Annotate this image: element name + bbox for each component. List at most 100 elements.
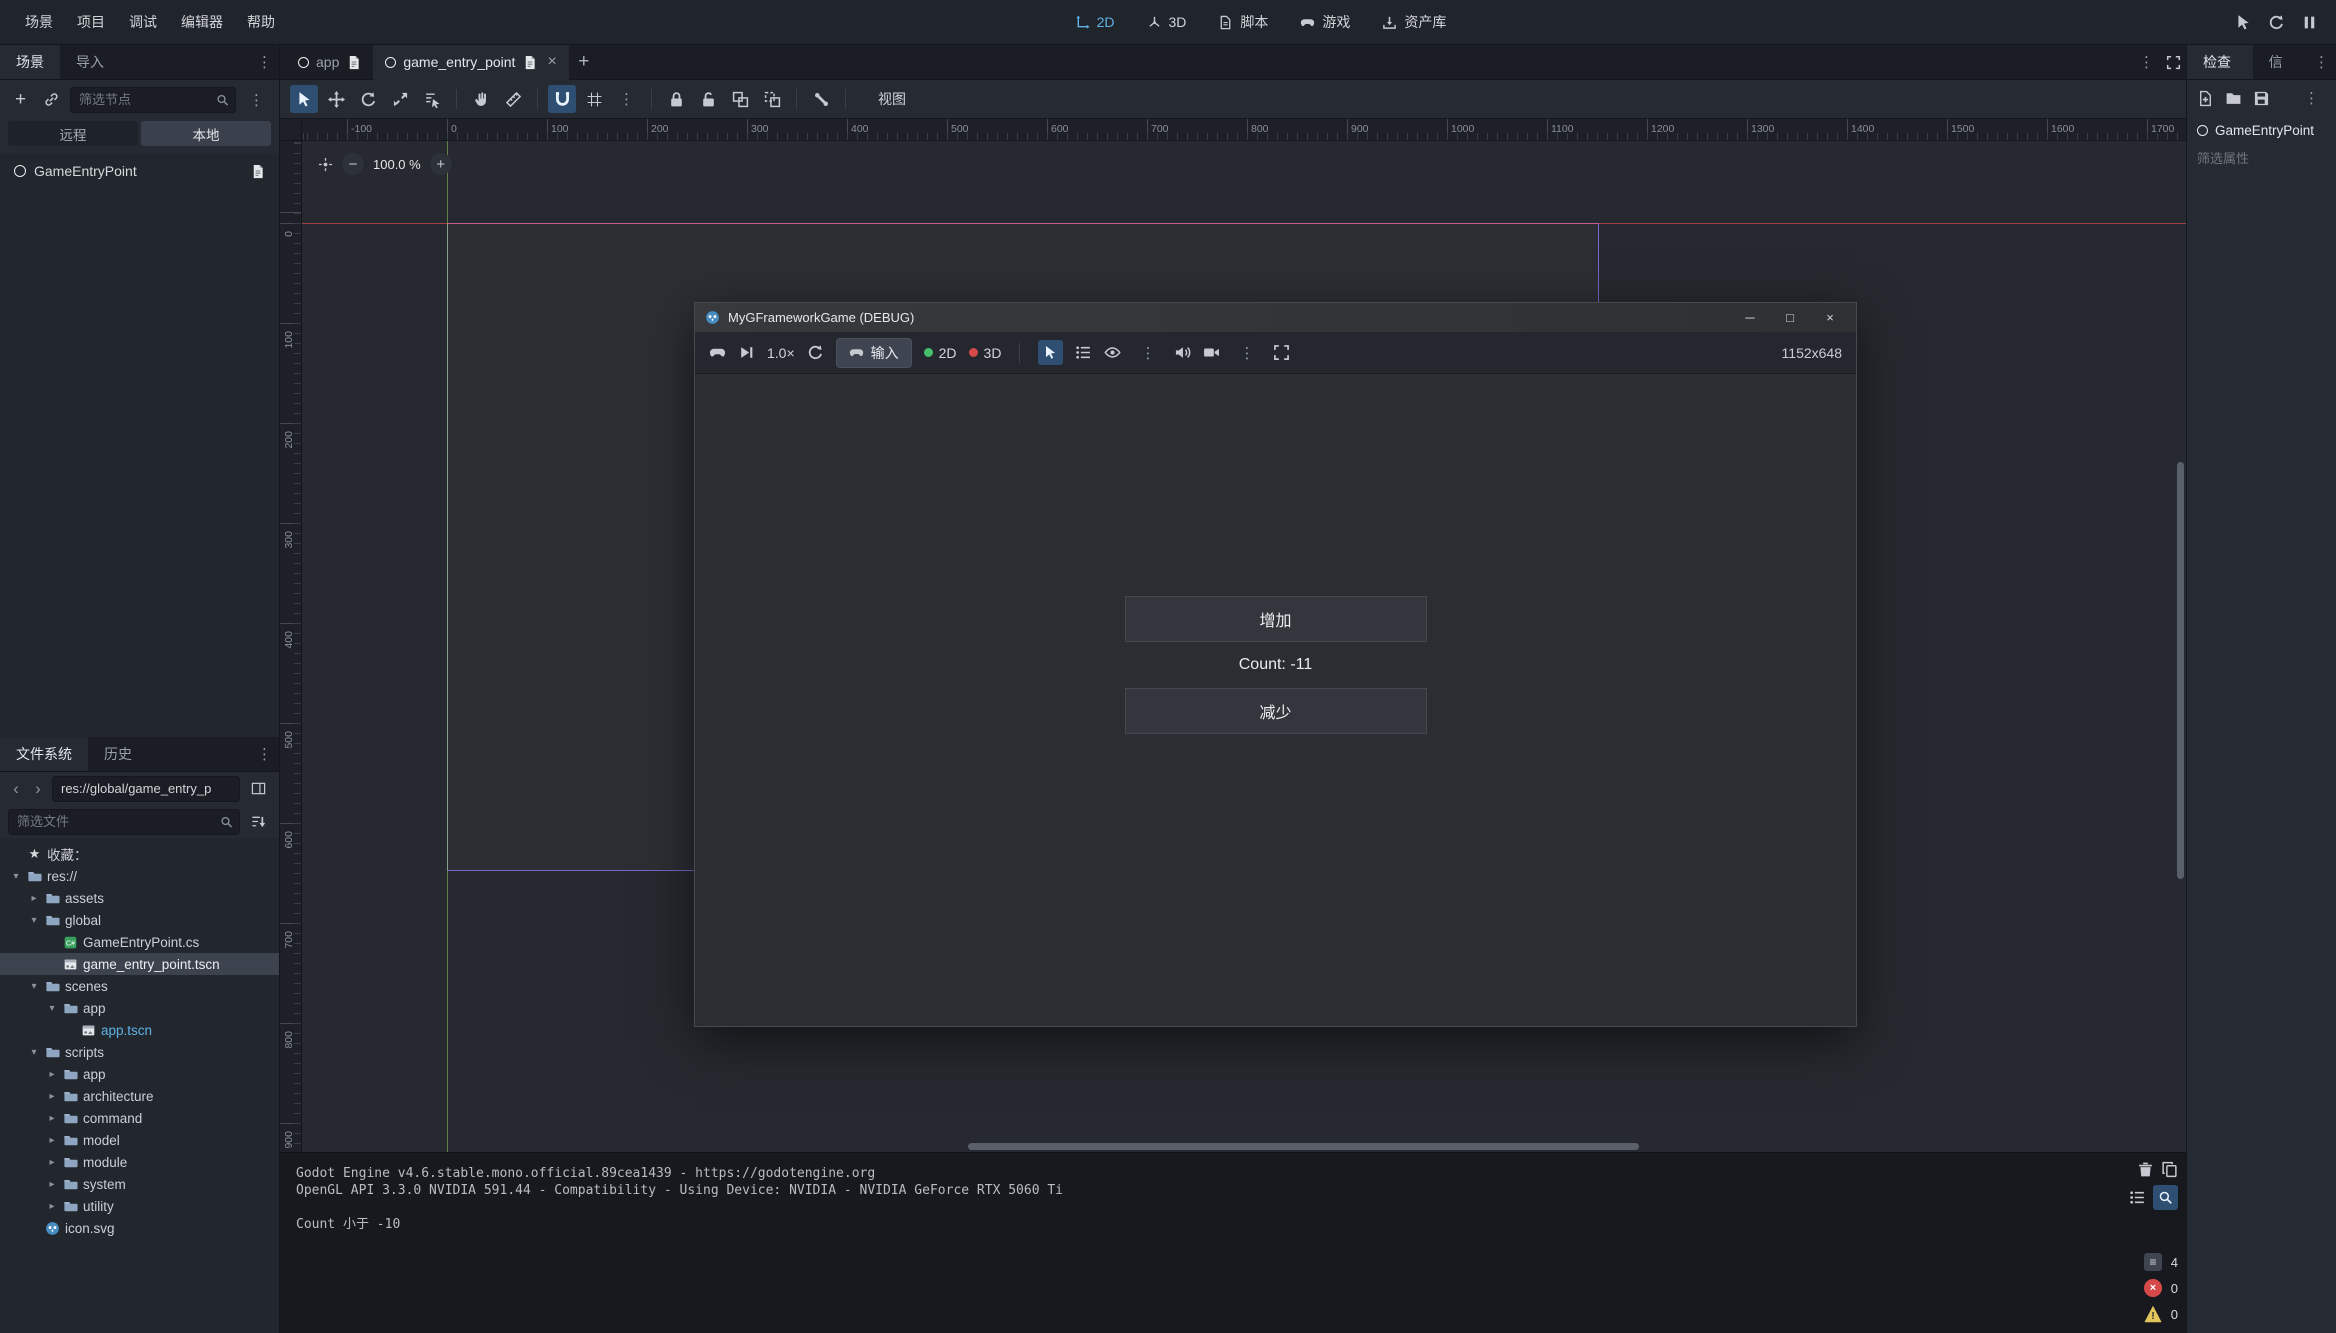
context-script[interactable]: 脚本 <box>1206 7 1280 37</box>
more-options-icon[interactable]: ⋮ <box>1232 344 1261 362</box>
speed-select[interactable]: 1.0× <box>767 345 795 361</box>
filter-properties-input[interactable]: 筛选属性 <box>2187 142 2336 173</box>
expand-arrow-icon[interactable]: ▾ <box>28 981 40 992</box>
menu-debug[interactable]: 调试 <box>118 8 168 36</box>
file-tree-item[interactable]: ▾global <box>0 909 279 931</box>
grid-snap-toggle[interactable] <box>580 85 608 113</box>
node-list-icon[interactable] <box>1075 344 1092 361</box>
file-tree-item[interactable]: ▸model <box>0 1129 279 1151</box>
filter-nodes-input[interactable] <box>70 87 236 113</box>
file-tree-item[interactable]: ★收藏： <box>0 843 279 865</box>
warning-count-badge[interactable]: !0 <box>2144 1305 2178 1323</box>
expand-arrow-icon[interactable]: ▾ <box>10 871 22 882</box>
back-button[interactable]: ‹ <box>8 779 24 799</box>
menu-help[interactable]: 帮助 <box>236 8 286 36</box>
list-select-tool[interactable] <box>418 85 446 113</box>
audio-icon[interactable] <box>1174 344 1191 361</box>
file-tree-item[interactable]: ▾scripts <box>0 1041 279 1063</box>
filesystem-dock-menu-icon[interactable]: ⋮ <box>250 737 279 771</box>
select-mode-button[interactable] <box>1038 340 1063 365</box>
split-view-button[interactable] <box>246 776 271 801</box>
message-count-badge[interactable]: ≡4 <box>2144 1253 2178 1271</box>
decrease-button[interactable]: 减少 <box>1125 688 1427 734</box>
select-tool[interactable] <box>290 85 318 113</box>
file-tree-item[interactable]: ▸assets <box>0 887 279 909</box>
file-tree-item[interactable]: icon.svg <box>0 1217 279 1239</box>
expand-arrow-icon[interactable]: ▸ <box>46 1201 58 1212</box>
inspector-extra-menu-icon[interactable]: ⋮ <box>2297 89 2326 107</box>
lock-selected-button[interactable] <box>662 85 690 113</box>
minimize-button[interactable]: ─ <box>1734 310 1766 325</box>
scale-tool[interactable] <box>386 85 414 113</box>
use-snap-toggle[interactable] <box>548 85 576 113</box>
sort-files-button[interactable] <box>246 809 271 834</box>
file-tree-item[interactable]: ▸module <box>0 1151 279 1173</box>
file-tree-item[interactable]: C#GameEntryPoint.cs <box>0 931 279 953</box>
file-tree-item[interactable]: ▾scenes <box>0 975 279 997</box>
save-resource-icon[interactable] <box>2253 90 2270 107</box>
copy-output-icon[interactable] <box>2161 1161 2178 1178</box>
fullscreen-icon[interactable] <box>1273 344 1290 361</box>
mode-2d-toggle[interactable]: 2D <box>924 345 957 361</box>
expand-arrow-icon[interactable]: ▸ <box>46 1157 58 1168</box>
collapse-messages-icon[interactable] <box>2129 1189 2146 1206</box>
error-count-badge[interactable]: ×0 <box>2144 1279 2178 1297</box>
menu-scene[interactable]: 场景 <box>14 8 64 36</box>
skeleton-options-button[interactable] <box>807 85 835 113</box>
camera-icon[interactable] <box>1203 344 1220 361</box>
scene-tree-menu-icon[interactable]: ⋮ <box>242 91 271 109</box>
file-tree-item[interactable]: app.tscn <box>0 1019 279 1041</box>
expand-arrow-icon[interactable]: ▸ <box>46 1179 58 1190</box>
tab-signals[interactable]: 信号 <box>2253 45 2307 79</box>
center-view-icon[interactable] <box>318 157 333 172</box>
file-tree-item[interactable]: game_entry_point.tscn <box>0 953 279 975</box>
tab-scene[interactable]: 场景 <box>0 45 60 79</box>
scene-dock-menu-icon[interactable]: ⋮ <box>250 45 279 79</box>
scrollbar-thumb[interactable] <box>2177 462 2184 879</box>
group-selected-button[interactable] <box>726 85 754 113</box>
context-2d[interactable]: 2D <box>1063 7 1127 37</box>
file-tree-item[interactable]: ▸system <box>0 1173 279 1195</box>
menu-project[interactable]: 项目 <box>66 8 116 36</box>
horizontal-scrollbar[interactable] <box>302 1141 2174 1152</box>
zoom-level[interactable]: 100.0 % <box>373 157 421 172</box>
pan-tool[interactable] <box>467 85 495 113</box>
2d-viewport[interactable]: − 100.0 % + MyGFrameworkGame (DEBUG) ─ □… <box>302 141 2186 1152</box>
scene-tab-game-entry-point[interactable]: game_entry_point × <box>373 45 568 80</box>
file-tree-item[interactable]: ▸utility <box>0 1195 279 1217</box>
close-tab-icon[interactable]: × <box>547 53 556 71</box>
expand-arrow-icon[interactable]: ▾ <box>28 1047 40 1058</box>
pause-game-icon[interactable] <box>2301 14 2318 31</box>
context-game[interactable]: 游戏 <box>1288 7 1362 37</box>
scene-tree-root-node[interactable]: GameEntryPoint <box>0 156 279 186</box>
ruler-tool[interactable] <box>499 85 527 113</box>
local-tab[interactable]: 本地 <box>141 121 271 146</box>
vertical-scrollbar[interactable] <box>2175 141 2186 1140</box>
tab-history[interactable]: 历史 <box>88 737 148 771</box>
increase-button[interactable]: 增加 <box>1125 596 1427 642</box>
zoom-in-button[interactable]: + <box>430 153 452 175</box>
context-assetlib[interactable]: 资产库 <box>1370 7 1458 37</box>
maximize-button[interactable]: □ <box>1774 310 1806 325</box>
search-output-button[interactable] <box>2153 1185 2178 1210</box>
expand-arrow-icon[interactable]: ▸ <box>46 1069 58 1080</box>
expand-arrow-icon[interactable]: ▾ <box>46 1003 58 1014</box>
file-tree-item[interactable]: ▾app <box>0 997 279 1019</box>
file-tree-item[interactable]: ▾res:// <box>0 865 279 887</box>
game-window-titlebar[interactable]: MyGFrameworkGame (DEBUG) ─ □ × <box>695 303 1856 332</box>
context-3d[interactable]: 3D <box>1135 7 1199 37</box>
file-tree-item[interactable]: ▸architecture <box>0 1085 279 1107</box>
expand-editor-button[interactable] <box>2161 50 2186 75</box>
scene-tabs-menu-icon[interactable]: ⋮ <box>2132 53 2161 71</box>
inspector-menu-icon[interactable]: ⋮ <box>2307 45 2336 79</box>
snap-options-icon[interactable]: ⋮ <box>612 90 641 108</box>
path-bar[interactable]: res://global/game_entry_p <box>52 776 240 802</box>
scrollbar-thumb[interactable] <box>968 1143 1639 1150</box>
scene-tab-app[interactable]: app <box>286 45 373 80</box>
new-resource-icon[interactable] <box>2197 90 2214 107</box>
move-tool[interactable] <box>322 85 350 113</box>
file-tree-item[interactable]: ▸command <box>0 1107 279 1129</box>
expand-arrow-icon[interactable]: ▾ <box>28 915 40 926</box>
restart-icon[interactable] <box>807 344 824 361</box>
expand-arrow-icon[interactable]: ▸ <box>46 1135 58 1146</box>
